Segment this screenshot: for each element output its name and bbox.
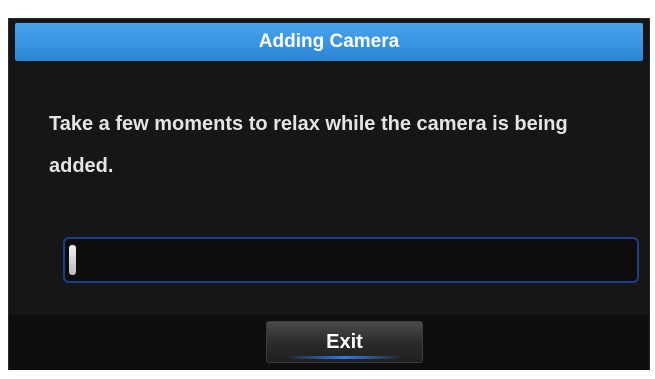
dialog-message: Take a few moments to relax while the ca… — [49, 113, 568, 177]
dialog-title-bar: Adding Camera — [15, 23, 643, 61]
dialog-body: Take a few moments to relax while the ca… — [15, 61, 643, 315]
progress-bar — [63, 237, 639, 283]
exit-focus-indicator — [287, 356, 402, 359]
dialog-footer: Exit — [9, 315, 649, 370]
progress-fill — [69, 245, 76, 275]
dialog-title: Adding Camera — [258, 31, 400, 52]
adding-camera-dialog: Adding Camera Take a few moments to rela… — [8, 18, 650, 370]
exit-button-label: Exit — [326, 330, 363, 353]
exit-button[interactable]: Exit — [266, 321, 423, 363]
